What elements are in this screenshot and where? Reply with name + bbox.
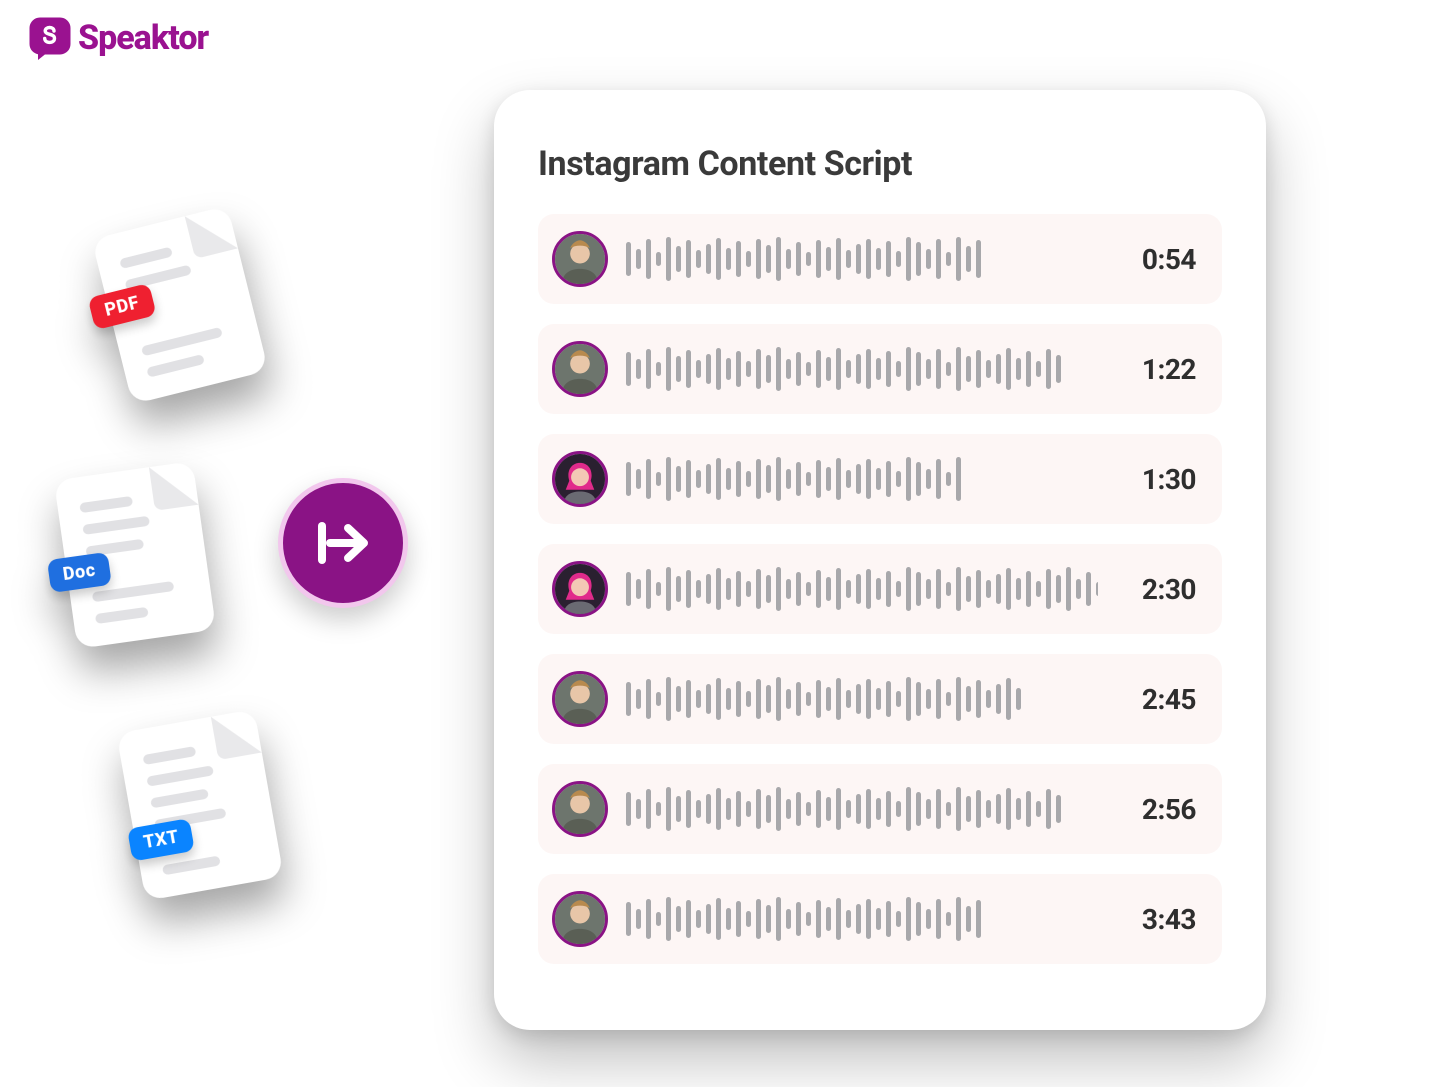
track-duration: 1:30 [1116,463,1196,496]
brand-logo-text: Speaktor [78,18,208,58]
speaker-avatar [552,341,608,397]
script-panel: Instagram Content Script 0:54 1:22 1:30 2:3… [494,90,1266,1030]
audio-track[interactable]: 2:56 [538,764,1222,854]
waveform [626,345,1098,393]
waveform [626,675,1098,723]
audio-track[interactable]: 0:54 [538,214,1222,304]
track-duration: 2:30 [1116,573,1196,606]
panel-title: Instagram Content Script [538,144,1222,184]
speaker-avatar [552,231,608,287]
waveform [626,785,1098,833]
speaker-avatar [552,561,608,617]
track-duration: 2:45 [1116,683,1196,716]
speaker-avatar [552,671,608,727]
waveform [626,565,1098,613]
waveform [626,895,1098,943]
audio-track[interactable]: 2:45 [538,654,1222,744]
file-icon-txt: TXT [116,709,283,901]
arrow-right-icon [308,508,378,578]
brand-logo: Speaktor [28,16,208,60]
track-duration: 0:54 [1116,243,1196,276]
track-list: 0:54 1:22 1:30 2:30 2:45 2:56 3:43 [538,214,1222,964]
file-icon-pdf: PDF [92,206,269,405]
audio-track[interactable]: 3:43 [538,874,1222,964]
file-icon-doc: Doc [54,461,216,649]
waveform [626,235,1098,283]
track-duration: 1:22 [1116,353,1196,386]
speaker-avatar [552,781,608,837]
track-duration: 2:56 [1116,793,1196,826]
convert-button[interactable] [278,478,408,608]
speaker-avatar [552,891,608,947]
audio-track[interactable]: 1:30 [538,434,1222,524]
audio-track[interactable]: 2:30 [538,544,1222,634]
brand-logo-mark [28,16,72,60]
audio-track[interactable]: 1:22 [538,324,1222,414]
speaker-avatar [552,451,608,507]
track-duration: 3:43 [1116,903,1196,936]
waveform [626,455,1098,503]
